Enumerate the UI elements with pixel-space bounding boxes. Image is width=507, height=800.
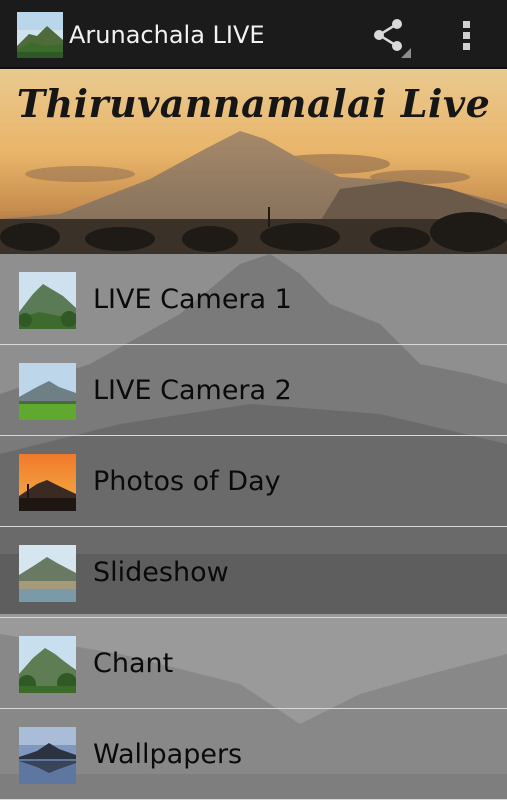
overflow-menu-icon[interactable] — [452, 18, 482, 54]
list-item-live-camera-2[interactable]: LIVE Camera 2 — [0, 345, 507, 436]
share-icon[interactable] — [367, 14, 413, 60]
mountain-field-photo-icon — [19, 363, 76, 420]
list-item-label: Photos of Day — [93, 466, 281, 497]
app-title: Arunachala LIVE — [69, 21, 265, 49]
mountain-reflection-photo-icon — [19, 727, 76, 784]
sunset-photo-icon — [19, 454, 76, 511]
list-item-label: Wallpapers — [93, 739, 243, 770]
mountain-town-photo-icon — [19, 545, 76, 602]
list-item-live-camera-1[interactable]: LIVE Camera 1 — [0, 254, 507, 345]
list-item-wallpapers[interactable]: Wallpapers — [0, 709, 507, 800]
list-item-label: Chant — [93, 648, 174, 679]
menu-list: LIVE Camera 1 LIVE Camera 2 Photos of Da… — [0, 254, 507, 800]
banner-title: Thiruvannamalai Live — [16, 81, 491, 126]
list-item-photos-of-day[interactable]: Photos of Day — [0, 436, 507, 527]
mountain-trees-photo-icon — [19, 636, 76, 693]
banner: Thiruvannamalai Live — [0, 69, 507, 254]
app-logo-icon[interactable] — [17, 12, 63, 58]
list-item-label: Slideshow — [93, 557, 229, 588]
list-item-slideshow[interactable]: Slideshow — [0, 527, 507, 618]
list-item-label: LIVE Camera 1 — [93, 284, 292, 315]
action-bar: Arunachala LIVE — [0, 0, 507, 69]
list-item-chant[interactable]: Chant — [0, 618, 507, 709]
mountain-photo-icon — [19, 272, 76, 329]
list-item-label: LIVE Camera 2 — [93, 375, 292, 406]
